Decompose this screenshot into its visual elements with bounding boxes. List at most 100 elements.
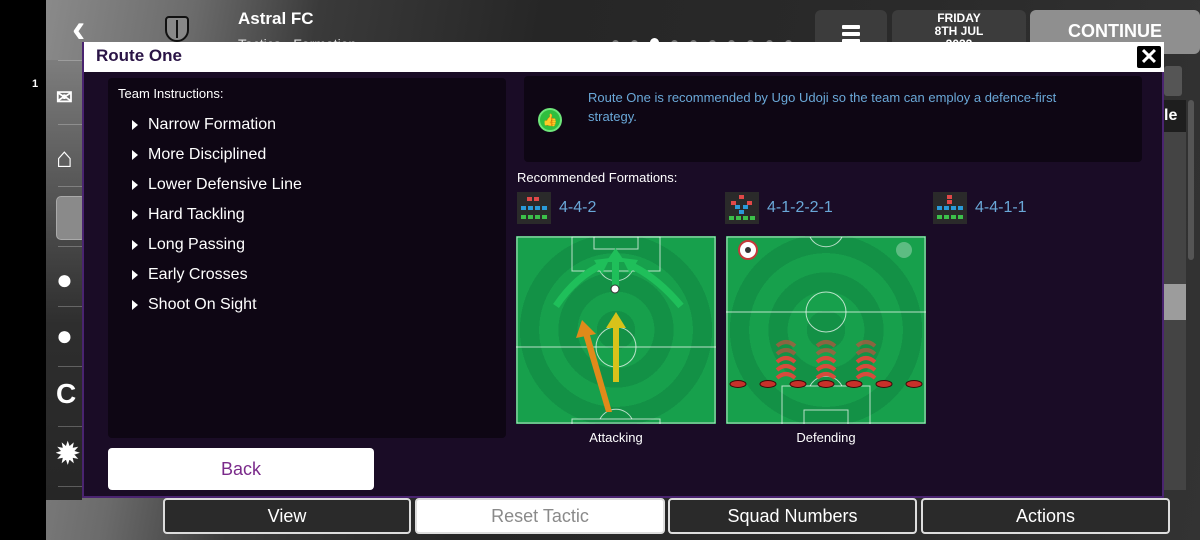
screen-edge [0, 0, 46, 540]
defensive-line-marker [789, 380, 807, 388]
inbox-icon[interactable]: ✉ [56, 78, 82, 118]
caret-right-icon [132, 240, 138, 250]
squad-numbers-button[interactable]: Squad Numbers [668, 498, 917, 534]
instruction-item: Hard Tackling [132, 200, 302, 230]
formation-4-4-1-1[interactable]: 4-4-1-1 [933, 192, 1027, 224]
sidebar-divider [58, 426, 82, 427]
actions-button[interactable]: Actions [921, 498, 1170, 534]
defensive-movement-marker [855, 356, 877, 364]
ball-icon [610, 284, 620, 294]
back-chevron-icon[interactable]: ‹ [72, 9, 106, 49]
instruction-label: More Disciplined [148, 146, 267, 163]
close-button[interactable]: ✕ [1136, 45, 1162, 69]
recommended-formations-label: Recommended Formations: [517, 170, 678, 185]
attacking-pitch [516, 236, 716, 424]
formation-icon [517, 192, 551, 224]
defensive-line-marker [905, 380, 923, 388]
sidebar-divider [58, 124, 82, 125]
instructions-list: Narrow Formation More Disciplined Lower … [132, 110, 302, 320]
sidebar-divider [58, 306, 82, 307]
formation-name: 4-1-2-2-1 [767, 199, 833, 216]
instruction-item: Lower Defensive Line [132, 170, 302, 200]
formation-name: 4-4-2 [559, 199, 597, 216]
arrow-left-wing [553, 260, 606, 308]
right-panel-button[interactable] [1164, 66, 1182, 96]
caret-right-icon [132, 150, 138, 160]
pitch-markings [516, 236, 716, 424]
caret-right-icon [132, 270, 138, 280]
defending-pitch-card: Defending [726, 236, 926, 445]
defensive-movement-marker [775, 372, 797, 380]
instruction-label: Lower Defensive Line [148, 176, 302, 193]
defensive-movement-marker [815, 340, 837, 348]
info-icon [896, 242, 912, 258]
inbox-count-badge: 1 [32, 78, 39, 90]
thumbs-up-icon: 👍 [538, 108, 562, 132]
formation-4-1-2-2-1[interactable]: 4-1-2-2-1 [725, 192, 833, 224]
sidebar-divider [58, 246, 82, 247]
defensive-line-marker [845, 380, 863, 388]
home-icon[interactable]: ⌂ [56, 138, 82, 178]
modal-header: Route One ✕ [84, 42, 1164, 72]
instruction-item: Narrow Formation [132, 110, 302, 140]
sidebar-divider [58, 366, 82, 367]
sidebar-divider [58, 186, 82, 187]
caret-right-icon [132, 300, 138, 310]
hamburger-icon [815, 10, 887, 43]
caret-right-icon [132, 120, 138, 130]
arrowhead [576, 320, 596, 338]
sidebar-divider [58, 60, 82, 61]
defending-pitch [726, 236, 926, 424]
back-button[interactable]: Back [108, 448, 374, 490]
attacking-pitch-card: Attacking [516, 236, 716, 445]
person-icon[interactable]: ● [56, 260, 82, 300]
right-list-selected-row[interactable] [1164, 284, 1186, 320]
view-button[interactable]: View [163, 498, 411, 534]
arrow-right-wing [626, 260, 684, 309]
formation-icon [725, 192, 759, 224]
defensive-movement-marker [815, 364, 837, 372]
attacking-caption: Attacking [589, 430, 643, 445]
instruction-item: Early Crosses [132, 260, 302, 290]
defensive-movement-marker [775, 356, 797, 364]
modal-title: Route One [96, 46, 182, 65]
scrollbar[interactable] [1188, 100, 1194, 260]
instruction-label: Narrow Formation [148, 116, 277, 133]
team-instructions-title: Team Instructions: [118, 86, 224, 101]
reset-tactic-button[interactable]: Reset Tactic [415, 498, 665, 534]
arrow-midfield [613, 326, 619, 382]
defensive-movement-marker [815, 348, 837, 356]
defensive-movement-marker [855, 348, 877, 356]
defensive-movement-marker [855, 364, 877, 372]
defensive-movement-marker [815, 372, 837, 380]
recommendation-text: Route One is recommended by Ugo Udoji so… [588, 90, 1057, 124]
defensive-movement-marker [775, 348, 797, 356]
formation-4-4-2[interactable]: 4-4-2 [517, 192, 596, 224]
pitch-markings [726, 236, 926, 424]
defensive-movement-marker [855, 372, 877, 380]
sidebar: ✉ ⌂ ● ● C ✹ [46, 60, 86, 500]
defensive-line-marker [875, 380, 893, 388]
settings-icon[interactable]: ✹ [56, 434, 82, 474]
defensive-movement-marker [855, 340, 877, 348]
defensive-movement-marker [775, 340, 797, 348]
sidebar-divider [58, 486, 82, 487]
caret-right-icon [132, 180, 138, 190]
defensive-line-marker [817, 380, 835, 388]
team-instructions-panel: Team Instructions: Narrow Formation More… [108, 78, 506, 438]
arrowhead [606, 248, 625, 262]
defending-caption: Defending [796, 430, 856, 445]
instruction-item: Shoot On Sight [132, 290, 302, 320]
instruction-item: Long Passing [132, 230, 302, 260]
recommendation-panel: 👍 Route One is recommended by Ugo Udoji … [524, 76, 1142, 162]
instruction-item: More Disciplined [132, 140, 302, 170]
formation-icon [933, 192, 967, 224]
search-icon[interactable]: C [56, 374, 82, 414]
defensive-line-marker [759, 380, 777, 388]
arrow-long-ball [583, 332, 612, 412]
arrowhead [606, 312, 626, 328]
instruction-label: Shoot On Sight [148, 296, 257, 313]
globe-icon[interactable]: ● [56, 316, 82, 356]
instruction-label: Early Crosses [148, 266, 248, 283]
club-crest-icon [165, 16, 189, 42]
